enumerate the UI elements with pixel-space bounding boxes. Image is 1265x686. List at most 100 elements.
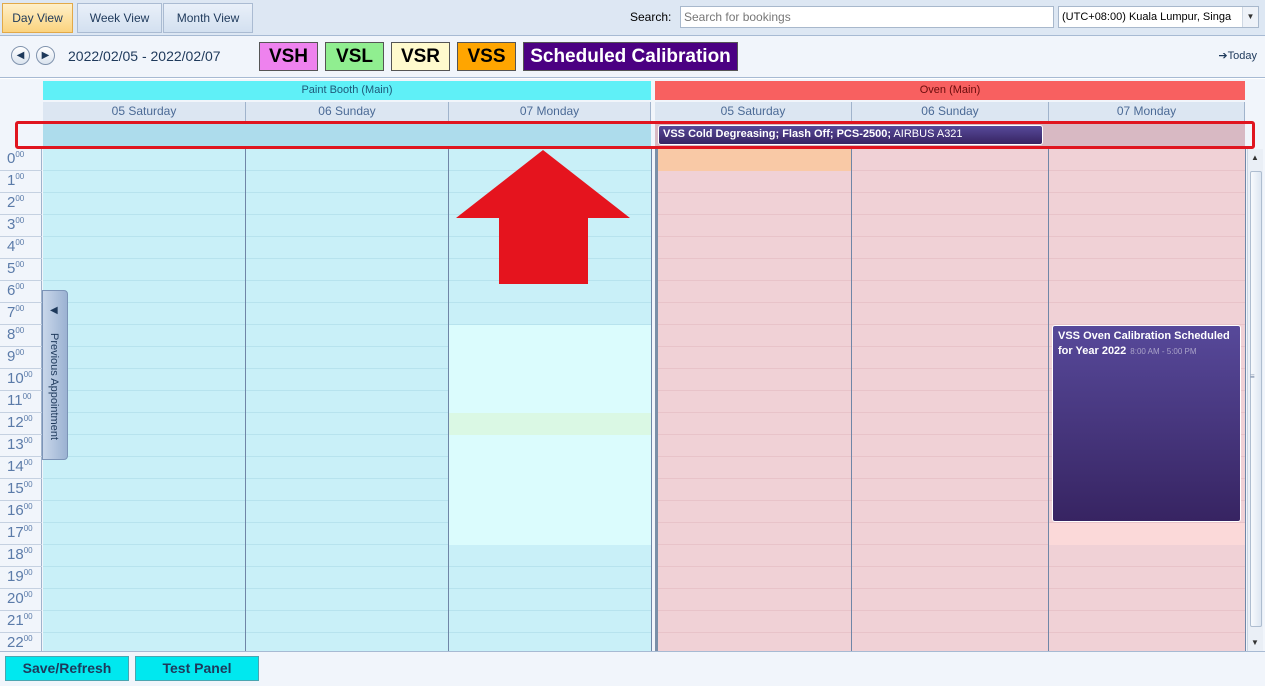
next-period-button[interactable]: ▶ <box>36 46 55 65</box>
hour-label: 100 <box>0 171 42 193</box>
hour-minutes: 00 <box>15 348 25 357</box>
tab-day-view[interactable]: Day View <box>2 3 73 33</box>
hour-number: 21 <box>7 612 24 629</box>
resource-header-paint-booth: Paint Booth (Main) <box>43 81 651 100</box>
legend-vsl: VSL <box>325 42 384 71</box>
hour-minutes: 00 <box>15 150 25 159</box>
hour-number: 18 <box>7 546 24 563</box>
arrow-right-icon: ➔ <box>1218 50 1228 62</box>
hour-label: 1800 <box>0 545 42 567</box>
hour-number: 20 <box>7 590 24 607</box>
date-range: 2022/02/05 - 2022/02/07 <box>68 48 221 64</box>
hour-minutes: 00 <box>23 634 33 643</box>
day-column[interactable] <box>655 149 852 651</box>
hour-label: 1600 <box>0 501 42 523</box>
hour-minutes: 00 <box>23 414 33 423</box>
hour-minutes: 00 <box>23 524 33 533</box>
hour-minutes: 00 <box>23 590 33 599</box>
day-column[interactable] <box>852 149 1049 651</box>
scroll-up-icon[interactable]: ▲ <box>1251 153 1259 162</box>
hour-number: 15 <box>7 480 24 497</box>
hour-number: 17 <box>7 524 24 541</box>
scroll-thumb[interactable] <box>1250 171 1262 627</box>
hour-label: 1400 <box>0 457 42 479</box>
hour-number: 22 <box>7 634 24 651</box>
all-day-row-paint-booth[interactable] <box>43 123 651 147</box>
prev-period-button[interactable]: ◀ <box>11 46 30 65</box>
hour-label: 200 <box>0 193 42 215</box>
legend-vsh: VSH <box>259 42 318 71</box>
hour-number: 12 <box>7 414 24 431</box>
appointment-title: VSS Cold Degreasing; Flash Off; PCS-2500… <box>663 128 891 140</box>
hour-label: 300 <box>0 215 42 237</box>
calibration-appointment[interactable]: VSS Oven Calibration Scheduled for Year … <box>1052 325 1241 522</box>
test-panel-button[interactable]: Test Panel <box>135 656 259 681</box>
hour-minutes: 00 <box>15 326 25 335</box>
hour-label: 1900 <box>0 567 42 589</box>
day-column[interactable] <box>449 149 652 651</box>
view-toolbar: Day View Week View Month View Search: (U… <box>0 0 1265 36</box>
hour-label: 1000 <box>0 369 42 391</box>
resource-header-oven: Oven (Main) <box>655 81 1245 100</box>
hour-label: 1500 <box>0 479 42 501</box>
tab-month-view[interactable]: Month View <box>163 3 253 33</box>
tab-week-view[interactable]: Week View <box>77 3 162 33</box>
appointment-aircraft: AIRBUS A321 <box>891 128 963 140</box>
day-header: 05 Saturday <box>43 102 246 121</box>
hour-number: 19 <box>7 568 24 585</box>
hour-minutes: 00 <box>23 436 33 445</box>
arrow-left-icon: ◀ <box>50 305 58 316</box>
bottom-toolbar: Save/Refresh Test Panel <box>0 651 1265 686</box>
hour-minutes: 00 <box>15 282 25 291</box>
grip-icon: ≡ <box>1250 372 1255 381</box>
save-refresh-button[interactable]: Save/Refresh <box>5 656 129 681</box>
day-header: 06 Sunday <box>852 102 1049 121</box>
hour-label: 2100 <box>0 611 42 633</box>
hour-label: 400 <box>0 237 42 259</box>
hour-label: 600 <box>0 281 42 303</box>
hour-label: 2000 <box>0 589 42 611</box>
hour-minutes: 00 <box>15 194 25 203</box>
hour-label: 000 <box>0 149 42 171</box>
day-header: 07 Monday <box>449 102 651 121</box>
hour-number: 16 <box>7 502 24 519</box>
search-label: Search: <box>630 10 672 24</box>
hour-label: 1700 <box>0 523 42 545</box>
hour-label: 1100 <box>0 391 42 413</box>
hour-number: 11 <box>7 392 23 409</box>
scroll-down-icon[interactable]: ▼ <box>1251 638 1259 647</box>
timezone-select[interactable]: (UTC+08:00) Kuala Lumpur, Singa ▼ <box>1058 6 1259 28</box>
hour-minutes: 00 <box>23 546 33 555</box>
legend-vss: VSS <box>457 42 516 71</box>
vertical-scrollbar[interactable]: ▲ ≡ ▼ <box>1247 149 1263 651</box>
legend-vsr: VSR <box>391 42 450 71</box>
hour-minutes: 00 <box>23 502 33 511</box>
time-ruler: 000 100 200 300 400 500 600 700 800 900 1000 1100 12… <box>0 149 42 655</box>
previous-appointment-button[interactable]: ◀ Previous Appointment <box>42 290 68 460</box>
chevron-down-icon[interactable]: ▼ <box>1242 7 1258 27</box>
previous-appointment-label: Previous Appointment <box>48 333 60 441</box>
hour-minutes: 00 <box>23 480 33 489</box>
day-header: 07 Monday <box>1049 102 1245 121</box>
hour-number: 14 <box>7 458 24 475</box>
appointment-time: 8:00 AM - 5:00 PM <box>1130 347 1197 356</box>
day-header: 06 Sunday <box>246 102 449 121</box>
today-button[interactable]: ➔Today <box>1218 49 1257 62</box>
hour-minutes: 00 <box>15 216 25 225</box>
hour-label: 900 <box>0 347 42 369</box>
timezone-value: (UTC+08:00) Kuala Lumpur, Singa <box>1062 11 1232 23</box>
hour-label: 1200 <box>0 413 42 435</box>
hour-minutes: 00 <box>23 612 33 621</box>
hour-minutes: 00 <box>22 392 32 401</box>
hour-label: 700 <box>0 303 42 325</box>
hour-number: 10 <box>7 370 24 387</box>
hour-label: 800 <box>0 325 42 347</box>
hour-minutes: 00 <box>15 260 25 269</box>
calendar-header: ◀ ▶ 2022/02/05 - 2022/02/07 VSH VSL VSR … <box>0 36 1265 78</box>
hour-minutes: 00 <box>15 304 25 313</box>
search-input[interactable] <box>680 6 1054 28</box>
day-column[interactable] <box>43 149 246 651</box>
all-day-appointment[interactable]: VSS Cold Degreasing; Flash Off; PCS-2500… <box>658 125 1043 145</box>
day-column[interactable] <box>246 149 449 651</box>
hour-minutes: 00 <box>23 370 33 379</box>
